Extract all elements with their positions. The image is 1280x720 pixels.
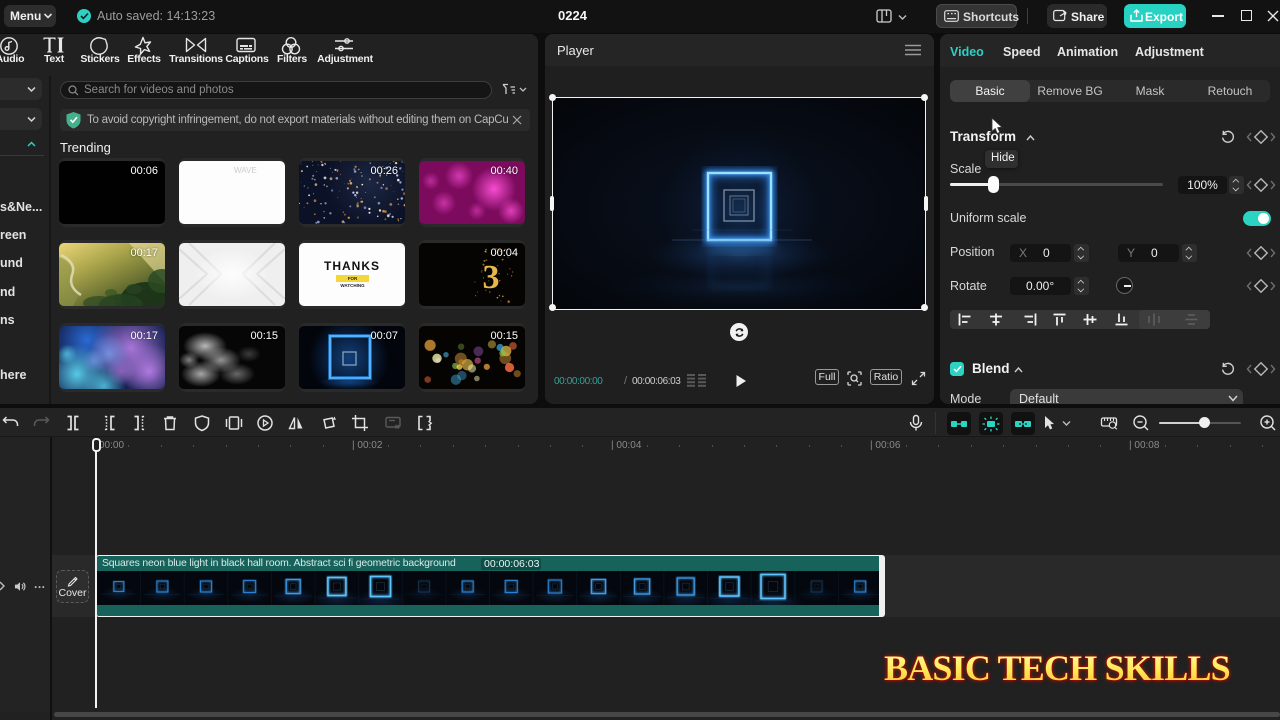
svg-text:3: 3	[483, 259, 500, 296]
